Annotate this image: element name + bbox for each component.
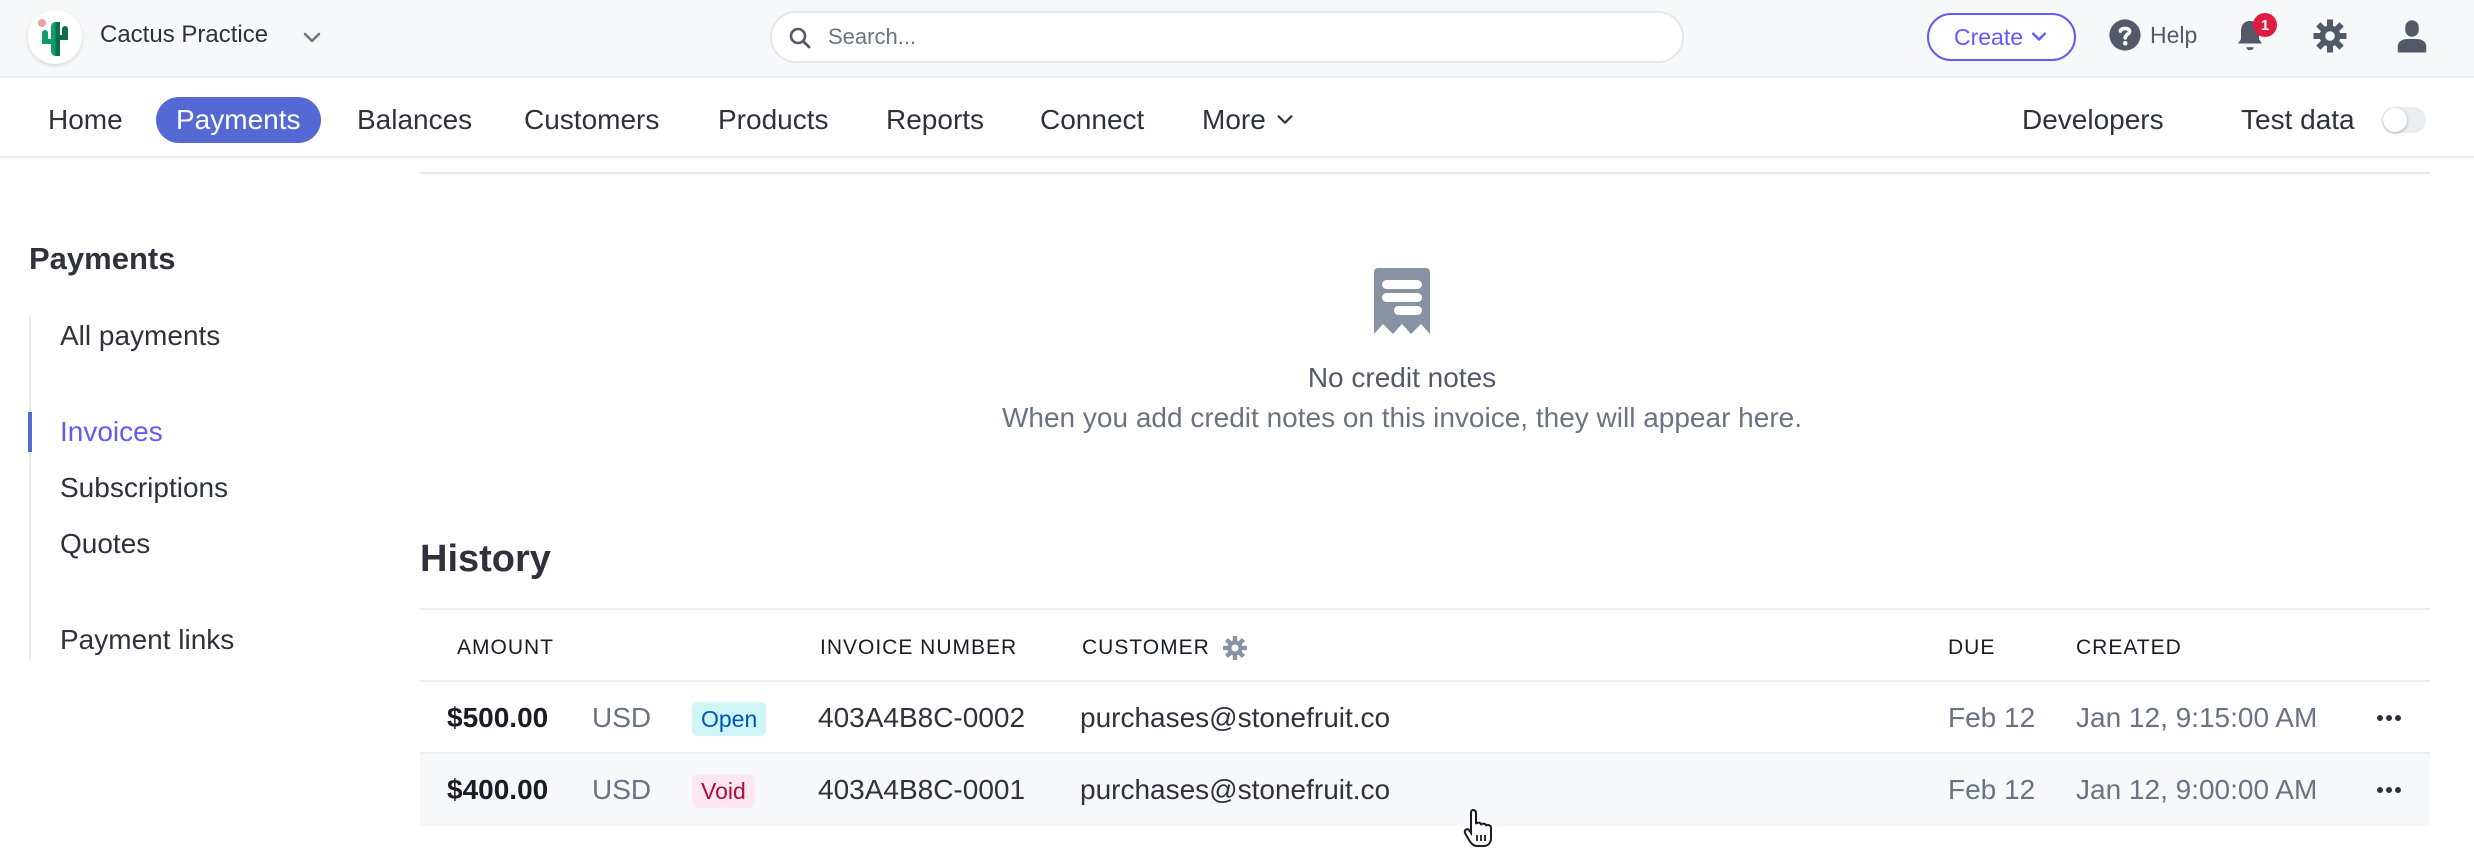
row-currency: USD bbox=[592, 702, 652, 733]
chevron-down-icon bbox=[2032, 32, 2047, 41]
notification-badge: 1 bbox=[2253, 13, 2277, 37]
create-button[interactable]: Create bbox=[1927, 13, 2076, 61]
help-icon bbox=[2109, 19, 2141, 51]
sidebar-item-subscriptions[interactable]: Subscriptions bbox=[60, 472, 228, 504]
cactus-logo-icon bbox=[38, 19, 68, 56]
test-data-toggle[interactable] bbox=[2382, 107, 2426, 133]
main-nav: Home Payments Balances Customers Product… bbox=[0, 80, 2474, 158]
chevron-down-icon[interactable] bbox=[300, 26, 324, 50]
nav-more-label: More bbox=[1202, 104, 1266, 135]
toggle-knob bbox=[2383, 108, 2407, 132]
row-invoice-number: 403A4B8C-0002 bbox=[818, 702, 1026, 733]
nav-products[interactable]: Products bbox=[698, 97, 849, 143]
sidebar-item-all-payments[interactable]: All payments bbox=[60, 320, 220, 352]
row-customer[interactable]: purchases@stonefruit.co bbox=[1080, 702, 1390, 734]
table-row[interactable]: $500.00 USD Open 403A4B8C-0002 purchases… bbox=[420, 682, 2430, 754]
table-header: AMOUNT INVOICE NUMBER CUSTOMER DUE CREAT… bbox=[420, 610, 2430, 682]
account-name[interactable]: Cactus Practice bbox=[100, 21, 268, 49]
user-icon[interactable] bbox=[2394, 18, 2430, 54]
section-divider bbox=[420, 172, 2430, 174]
column-header-customer[interactable]: CUSTOMER bbox=[1082, 636, 1210, 660]
search-icon bbox=[789, 27, 811, 49]
help-button[interactable]: Help bbox=[2108, 18, 2197, 52]
row-amount: $500.00 bbox=[447, 702, 549, 733]
column-settings-gear-icon[interactable] bbox=[1222, 635, 1248, 661]
receipt-icon bbox=[1374, 268, 1430, 334]
status-badge: Void bbox=[692, 774, 755, 808]
column-header-due[interactable]: DUE bbox=[1948, 636, 1995, 660]
row-customer[interactable]: purchases@stonefruit.co bbox=[1080, 774, 1390, 806]
create-button-label: Create bbox=[1953, 23, 2024, 50]
row-more-actions-icon[interactable] bbox=[2372, 704, 2406, 732]
status-badge: Open bbox=[692, 702, 767, 736]
empty-state-subtitle: When you add credit notes on this invoic… bbox=[1001, 402, 1802, 433]
empty-state-title: No credit notes bbox=[1307, 362, 1497, 393]
search-bar[interactable] bbox=[770, 11, 1684, 63]
sidebar-item-payment-links[interactable]: Payment links bbox=[60, 624, 234, 656]
top-bar: Cactus Practice Create Help 1 bbox=[0, 0, 2474, 78]
row-more-actions-icon[interactable] bbox=[2372, 776, 2406, 804]
column-header-created[interactable]: CREATED bbox=[2076, 636, 2182, 660]
nav-balances[interactable]: Balances bbox=[337, 97, 492, 143]
nav-home[interactable]: Home bbox=[28, 97, 143, 143]
history-table: AMOUNT INVOICE NUMBER CUSTOMER DUE CREAT… bbox=[420, 608, 2430, 826]
pointer-cursor-icon bbox=[1463, 808, 1492, 847]
sidebar-title: Payments bbox=[29, 241, 176, 276]
row-invoice-number: 403A4B8C-0001 bbox=[818, 774, 1026, 805]
chevron-down-icon bbox=[1277, 115, 1293, 124]
account-logo[interactable] bbox=[28, 10, 82, 64]
nav-customers[interactable]: Customers bbox=[504, 97, 679, 143]
sidebar-item-quotes[interactable]: Quotes bbox=[60, 528, 150, 560]
row-due: Feb 12 bbox=[1948, 702, 2036, 733]
column-header-invoice-number[interactable]: INVOICE NUMBER bbox=[820, 636, 1017, 660]
nav-reports[interactable]: Reports bbox=[866, 97, 1004, 143]
search-input[interactable] bbox=[828, 21, 1648, 53]
column-header-amount[interactable]: AMOUNT bbox=[457, 636, 554, 660]
nav-connect[interactable]: Connect bbox=[1020, 97, 1164, 143]
row-currency: USD bbox=[592, 774, 652, 805]
history-heading: History bbox=[420, 538, 551, 580]
nav-developers[interactable]: Developers bbox=[2002, 97, 2184, 143]
help-label: Help bbox=[2150, 21, 2198, 48]
gear-icon[interactable] bbox=[2312, 18, 2348, 54]
nav-payments[interactable]: Payments bbox=[156, 97, 321, 143]
nav-more[interactable]: More bbox=[1182, 97, 1316, 143]
row-created: Jan 12, 9:15:00 AM bbox=[2076, 702, 2318, 733]
row-amount: $400.00 bbox=[447, 774, 549, 805]
table-row[interactable]: $400.00 USD Void 403A4B8C-0001 purchases… bbox=[420, 754, 2430, 826]
row-due: Feb 12 bbox=[1948, 774, 2036, 805]
row-created: Jan 12, 9:00:00 AM bbox=[2076, 774, 2318, 805]
test-data-label: Test data bbox=[2241, 104, 2355, 135]
